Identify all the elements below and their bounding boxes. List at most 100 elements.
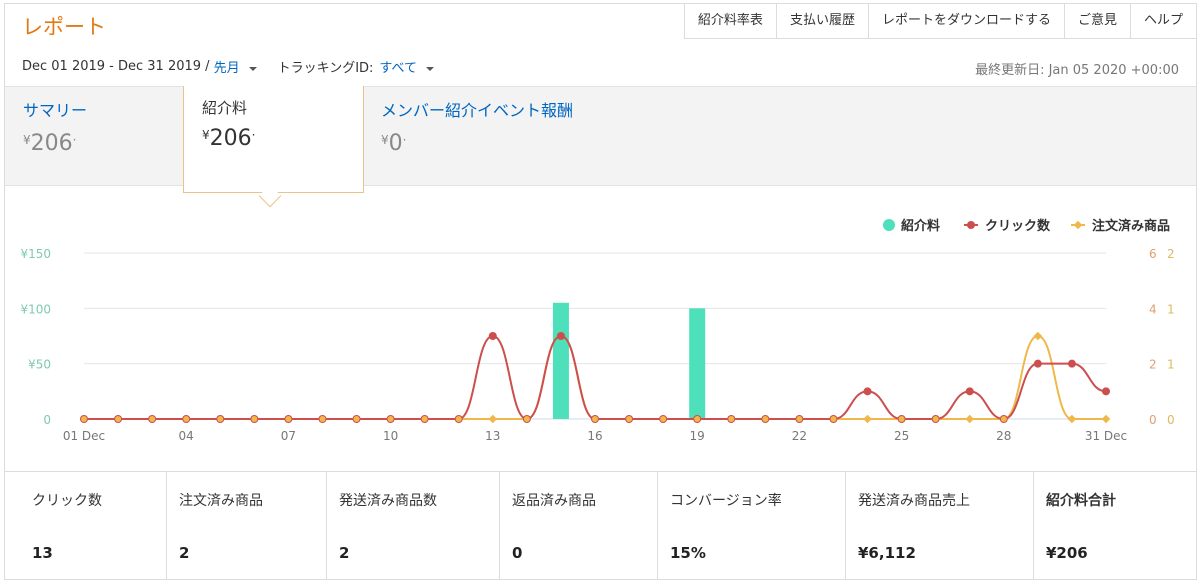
top-nav: 紹介料率表 支払い履歴 レポートをダウンロードする ご意見 ヘルプ xyxy=(683,3,1197,39)
orders-point xyxy=(1033,331,1043,341)
y-fee-tick-label: ¥100 xyxy=(20,302,51,316)
x-tick-label: 01 Dec xyxy=(63,429,105,443)
metric-value: 2 xyxy=(179,544,190,562)
tab-referral-fee[interactable]: 紹介料 ¥206· xyxy=(183,86,364,193)
x-tick-label: 31 Dec xyxy=(1085,429,1127,443)
y-order-tick-label: 1 xyxy=(1167,302,1175,316)
clicks-point-zero xyxy=(932,416,939,422)
metrics-row: クリック数 13 注文済み商品 2 発送済み商品数 2 返品済み商品 0 コンバ… xyxy=(5,471,1196,580)
clicks-point xyxy=(556,332,565,340)
clicks-point-zero xyxy=(830,416,837,422)
legend-clicks-label: クリック数 xyxy=(985,218,1051,234)
referral-chart: 紹介料 クリック数 注文済み商品 ¥150 6 2¥100 4 1¥50 2 10 0 001 … xyxy=(20,218,1175,443)
clicks-point xyxy=(863,387,872,396)
clicks-point xyxy=(965,387,974,396)
x-tick-label: 22 xyxy=(792,429,807,443)
clicks-point-zero xyxy=(455,416,462,422)
clicks-point-zero xyxy=(353,416,360,422)
clicks-point-zero xyxy=(319,416,326,422)
nav-feedback-button[interactable]: ご意見 xyxy=(1063,3,1131,39)
metric-shipped-items: 発送済み商品数 2 xyxy=(327,472,500,580)
metric-label: 紹介料合計 xyxy=(1046,493,1116,509)
period-value[interactable]: 先月 xyxy=(214,61,240,76)
metric-returned-items: 返品済み商品 0 xyxy=(500,472,658,580)
chevron-down-icon[interactable] xyxy=(426,66,434,71)
orders-point xyxy=(863,414,872,424)
clicks-point-zero xyxy=(728,416,735,422)
clicks-line xyxy=(83,334,1107,421)
nav-download-report-button[interactable]: レポートをダウンロードする xyxy=(867,3,1065,39)
tracking-id-label: トラッキングID: xyxy=(277,61,374,76)
clicks-point-zero xyxy=(898,416,905,422)
clicks-point-zero xyxy=(387,416,394,422)
clicks-point-zero xyxy=(796,416,803,422)
metric-value: 2 xyxy=(339,544,350,562)
clicks-point xyxy=(488,332,497,340)
tab-member-reward-label[interactable]: メンバー紹介イベント報酬 xyxy=(381,97,573,121)
clicks-point-zero xyxy=(217,416,224,422)
orders-point xyxy=(965,414,974,424)
fee-bar xyxy=(689,308,706,419)
y-order-tick-label: 0 xyxy=(1167,413,1175,427)
metric-value: ¥6,112 xyxy=(858,544,916,562)
date-range: Dec 01 2019 - Dec 31 2019 / xyxy=(22,59,210,74)
report-panel: レポート 紹介料率表 支払い履歴 レポートをダウンロードする ご意見 ヘルプ D… xyxy=(4,3,1197,580)
x-tick-label: 10 xyxy=(383,429,398,443)
legend-fee-marker xyxy=(883,219,895,231)
x-tick-label: 13 xyxy=(485,429,500,443)
clicks-point-zero xyxy=(762,416,769,422)
clicks-point-zero xyxy=(421,416,428,422)
clicks-point-zero xyxy=(183,416,190,422)
fee-bar xyxy=(552,302,569,419)
y-click-tick-label: 4 xyxy=(1149,302,1157,316)
clicks-point-zero xyxy=(251,416,258,422)
y-click-tick-label: 6 xyxy=(1149,247,1157,261)
metric-label: 発送済み商品数 xyxy=(339,493,437,509)
tab-referral-fee-label[interactable]: 紹介料 xyxy=(202,97,247,118)
tab-member-reward[interactable]: メンバー紹介イベント報酬 ¥0· xyxy=(381,97,573,156)
tracking-id-value[interactable]: すべて xyxy=(379,61,417,76)
y-fee-tick-label: ¥50 xyxy=(28,358,51,372)
legend-fee-label: 紹介料 xyxy=(901,218,940,234)
chevron-down-icon[interactable] xyxy=(248,66,257,71)
tab-summary[interactable]: サマリー ¥206· xyxy=(23,97,87,156)
metric-value: 15% xyxy=(670,544,706,562)
clicks-point-zero xyxy=(523,416,530,422)
clicks-point-zero xyxy=(626,416,633,422)
orders-point xyxy=(1101,414,1111,424)
metric-label: 注文済み商品 xyxy=(179,493,263,509)
clicks-point xyxy=(1033,359,1042,368)
y-click-tick-label: 2 xyxy=(1149,358,1157,372)
clicks-point-zero xyxy=(592,416,598,422)
y-fee-tick-label: 0 xyxy=(43,413,51,427)
chart-area: 紹介料 クリック数 注文済み商品 ¥150 6 2 ¥100 4 1 ¥50 2 1 0 0 0 01 … xyxy=(5,187,1196,472)
page-title: レポート xyxy=(22,15,106,39)
x-tick-label: 16 xyxy=(587,429,602,443)
legend-orders-label: 注文済み商品 xyxy=(1092,218,1170,234)
x-tick-label: 04 xyxy=(179,429,194,443)
clicks-point-zero xyxy=(115,416,122,422)
metric-label: 発送済み商品売上 xyxy=(858,493,970,509)
nav-help-button[interactable]: ヘルプ xyxy=(1129,3,1197,39)
metric-value: 0 xyxy=(512,544,523,562)
chart-legend: 紹介料 クリック数 注文済み商品 xyxy=(883,218,1170,234)
last-updated: 最終更新日: Jan 05 2020 +00:00 xyxy=(975,63,1179,78)
metric-ordered-items: 注文済み商品 2 xyxy=(167,472,327,580)
metric-label: クリック数 xyxy=(32,493,102,509)
metric-value: 13 xyxy=(32,544,53,562)
nav-payment-history-button[interactable]: 支払い履歴 xyxy=(775,3,869,39)
clicks-point-zero xyxy=(81,416,87,422)
period-dropdown[interactable]: 先月 xyxy=(214,57,257,76)
legend-clicks-marker xyxy=(967,221,975,229)
clicks-point-zero xyxy=(1000,416,1007,422)
orders-point xyxy=(488,414,498,424)
tab-summary-value: ¥206· xyxy=(23,131,77,156)
nav-fee-rates-button[interactable]: 紹介料率表 xyxy=(683,3,777,39)
metric-conversion-rate: コンバージョン率 15% xyxy=(658,472,846,580)
tab-referral-fee-value: ¥206· xyxy=(202,126,256,151)
tracking-id-dropdown[interactable]: すべて xyxy=(379,57,434,76)
metric-value: ¥206 xyxy=(1046,544,1088,562)
metric-label: コンバージョン率 xyxy=(670,493,782,509)
x-tick-label: 28 xyxy=(996,429,1011,443)
tab-summary-label[interactable]: サマリー xyxy=(23,97,87,121)
